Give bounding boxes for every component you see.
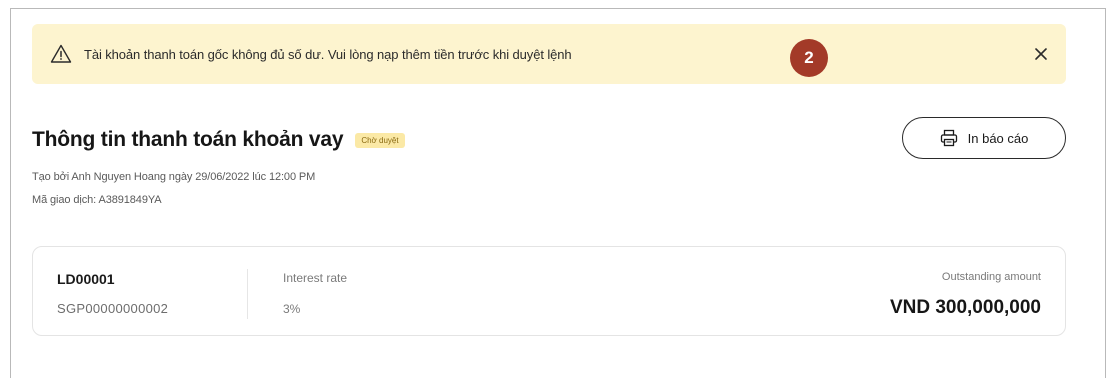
insufficient-balance-alert: Tài khoản thanh toán gốc không đủ số dư.…: [32, 24, 1066, 84]
printer-icon: [940, 129, 958, 147]
status-badge: Chờ duyệt: [355, 132, 405, 148]
loan-account-number: SGP00000000002: [57, 301, 169, 316]
print-report-button[interactable]: In báo cáo: [902, 117, 1066, 159]
loan-id: LD00001: [57, 271, 115, 287]
print-button-label: In báo cáo: [967, 130, 1029, 146]
created-by-text: Tạo bởi Anh Nguyen Hoang ngày 29/06/2022…: [32, 171, 316, 183]
interest-rate-label: Interest rate: [283, 271, 348, 285]
transaction-id-text: Mã giao dịch: A3891849YA: [32, 194, 162, 206]
page-title: Thông tin thanh toán khoản vay: [32, 128, 344, 151]
warning-icon: [50, 43, 72, 65]
title-row: Thông tin thanh toán khoản vay Chờ duyệt: [32, 128, 405, 152]
outstanding-amount-label: Outstanding amount: [941, 271, 1041, 283]
step-number-badge: 2: [790, 39, 828, 77]
interest-rate-value: 3%: [283, 302, 301, 316]
card-divider: [247, 269, 248, 319]
outstanding-amount-value: VND 300,000,000: [889, 297, 1041, 318]
loan-card: LD00001 SGP00000000002 Interest rate 3% …: [32, 246, 1066, 336]
alert-message: Tài khoản thanh toán gốc không đủ số dư.…: [84, 46, 572, 62]
close-icon[interactable]: [1030, 43, 1052, 65]
